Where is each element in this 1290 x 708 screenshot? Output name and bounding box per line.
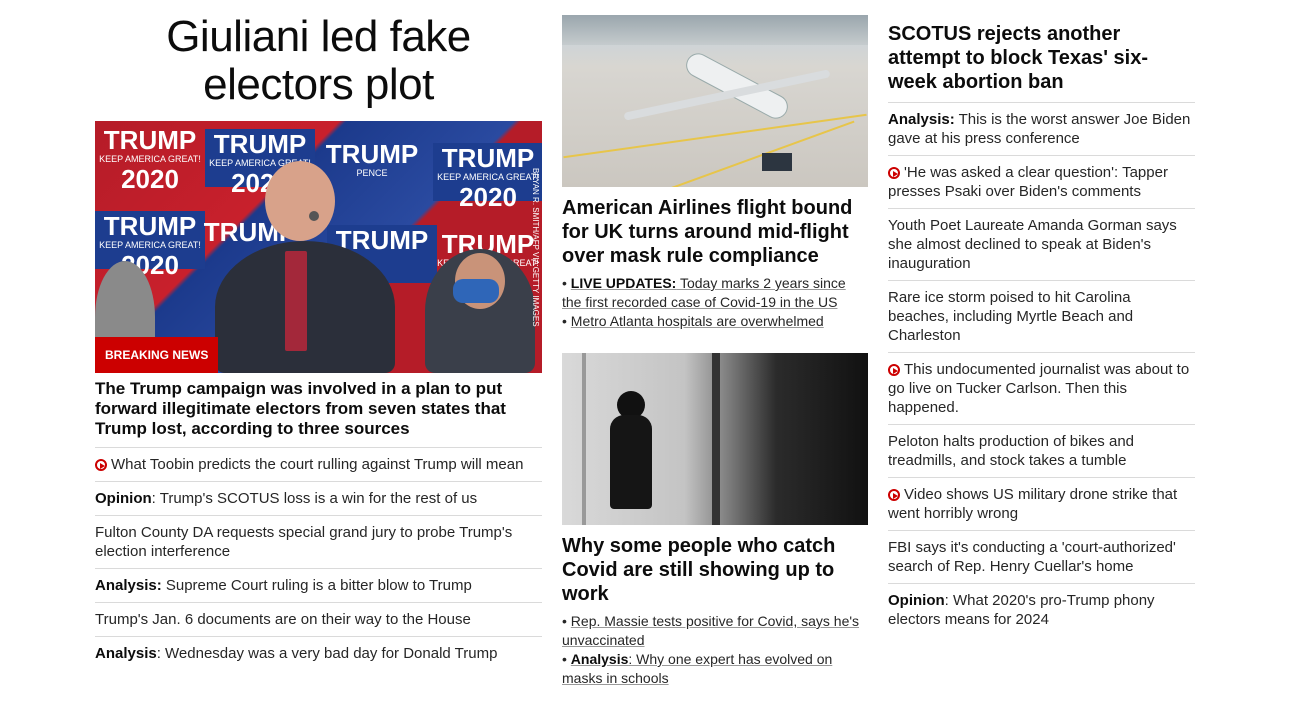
speaker-head	[265, 161, 335, 241]
play-video-icon	[95, 459, 107, 471]
play-video-icon	[888, 167, 900, 179]
play-video-icon	[888, 489, 900, 501]
speaker-tie	[285, 251, 307, 351]
tug-vehicle	[762, 153, 792, 171]
list-item[interactable]: What Toobin predicts the court rulling a…	[95, 448, 542, 482]
headlines-list: Analysis: This is the worst answer Joe B…	[888, 102, 1195, 636]
story-headline[interactable]: Why some people who catch Covid are stil…	[562, 534, 868, 606]
face-mask	[453, 279, 499, 303]
list-item[interactable]: Youth Poet Laureate Amanda Gorman says s…	[888, 209, 1195, 281]
pole	[582, 353, 586, 525]
list-item[interactable]: This undocumented journalist was about t…	[888, 353, 1195, 425]
walker-body	[610, 415, 652, 509]
lead-summary[interactable]: The Trump campaign was involved in a pla…	[95, 379, 542, 439]
campaign-sign: TRUMP PENCE	[325, 139, 419, 178]
list-item[interactable]: 'He was asked a clear question': Tapper …	[888, 156, 1195, 209]
microphone	[309, 211, 319, 221]
list-item[interactable]: Analysis: Supreme Court ruling is a bitt…	[95, 569, 542, 603]
story-headline[interactable]: American Airlines flight bound for UK tu…	[562, 196, 868, 268]
breaking-news-badge: BREAKING NEWS	[95, 337, 219, 373]
snow-walker-image[interactable]	[562, 353, 868, 525]
list-item[interactable]: Trump's Jan. 6 documents are on their wa…	[95, 603, 542, 637]
airplane-image[interactable]	[562, 15, 868, 187]
list-item[interactable]: Video shows US military drone strike tha…	[888, 478, 1195, 531]
story-sublink[interactable]: • Analysis: Why one expert has evolved o…	[562, 650, 868, 688]
list-item[interactable]: FBI says it's conducting a 'court-author…	[888, 531, 1195, 584]
story-sublink[interactable]: • Rep. Massie tests positive for Covid, …	[562, 612, 868, 650]
related-headlines-list: What Toobin predicts the court rulling a…	[95, 447, 542, 670]
middle-column: American Airlines flight bound for UK tu…	[562, 0, 868, 688]
list-item[interactable]: Opinion: What 2020's pro-Trump phony ele…	[888, 584, 1195, 636]
story-sublink[interactable]: • LIVE UPDATES: Today marks 2 years sinc…	[562, 274, 868, 312]
photo-credit: BRYAN R. SMITH/AFP VIA GETTY IMAGES	[531, 167, 540, 327]
list-item[interactable]: Rare ice storm poised to hit Carolina be…	[888, 281, 1195, 353]
tree-trunk	[712, 353, 720, 525]
list-item[interactable]: Fulton County DA requests special grand …	[95, 516, 542, 569]
main-headline[interactable]: Giuliani led fake electors plot	[95, 13, 542, 109]
story-sublink[interactable]: • Metro Atlanta hospitals are overwhelme…	[562, 312, 868, 331]
list-item[interactable]: Analysis: This is the worst answer Joe B…	[888, 103, 1195, 156]
list-item[interactable]: Analysis: Wednesday was a very bad day f…	[95, 637, 542, 670]
lead-column: Giuliani led fake electors plot TRUMP KEE…	[95, 0, 542, 670]
taxiway-line	[609, 120, 855, 187]
list-item[interactable]: Peloton halts production of bikes and tr…	[888, 425, 1195, 478]
campaign-sign: TRUMPKEEP AMERICA GREAT!2020	[99, 125, 201, 194]
right-column: SCOTUS rejects another attempt to block …	[888, 0, 1195, 636]
play-video-icon	[888, 364, 900, 376]
hero-image[interactable]: TRUMP KEEP AMERICA GREAT! 2020 TRUMP KEEP A…	[95, 121, 542, 373]
section-headline[interactable]: SCOTUS rejects another attempt to block …	[888, 22, 1195, 94]
terminal-background	[562, 15, 868, 45]
campaign-sign: TRUMPKEEP AMERICA GREAT!2020	[95, 211, 205, 280]
campaign-sign: TRUMPKEEP AMERICA GREAT!2020	[433, 143, 542, 212]
taxiway-line	[563, 113, 867, 159]
list-item[interactable]: Opinion: Trump's SCOTUS loss is a win fo…	[95, 482, 542, 516]
